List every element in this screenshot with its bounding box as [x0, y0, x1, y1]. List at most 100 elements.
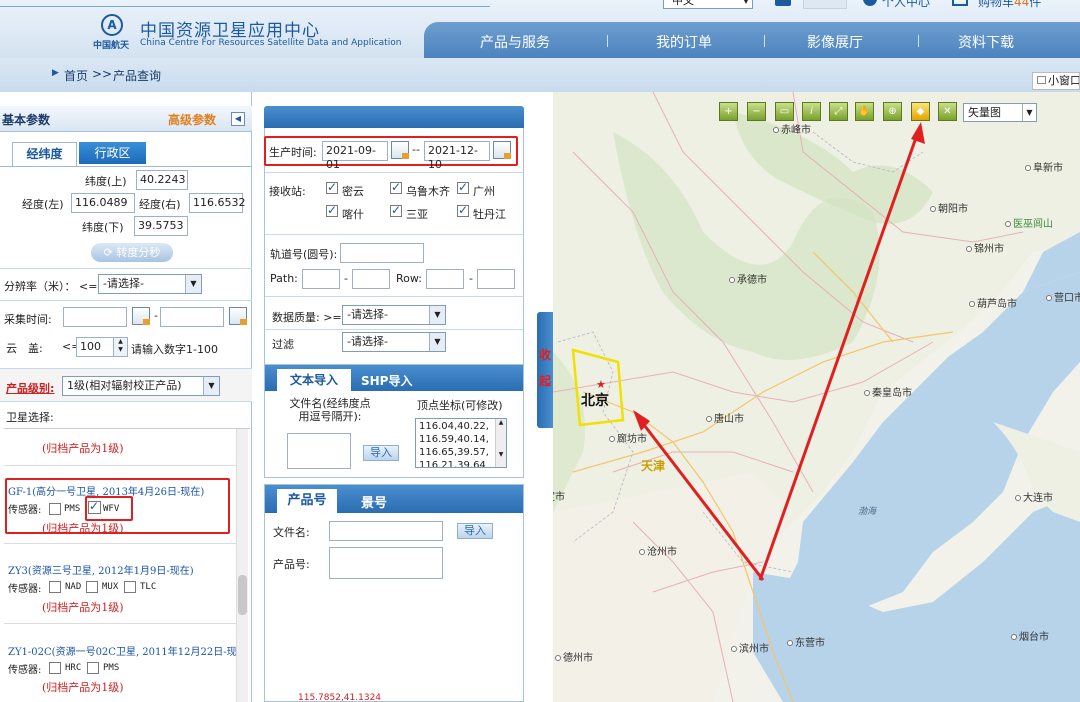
- lat-bottom-input[interactable]: 39.5753: [134, 216, 188, 236]
- product-import-button[interactable]: 导入: [457, 523, 493, 539]
- scrollbar-thumb[interactable]: [238, 575, 247, 615]
- orbit-input[interactable]: [340, 243, 424, 263]
- row-start-input[interactable]: [426, 269, 464, 289]
- layer-select[interactable]: 矢量图 ▼: [963, 103, 1037, 122]
- calendar-icon[interactable]: [229, 307, 247, 325]
- product-level-select[interactable]: 1级(相对辐射校正产品) ▼: [62, 376, 220, 396]
- city-label[interactable]: 承德市: [729, 271, 767, 286]
- zoom-in-icon[interactable]: +: [719, 102, 738, 121]
- city-label[interactable]: 烟台市: [1011, 628, 1049, 643]
- lon-left-input[interactable]: 116.0489: [71, 193, 135, 213]
- cart-link[interactable]: 购物车44件: [978, 0, 1041, 10]
- tab-product-no[interactable]: 产品号: [277, 489, 337, 513]
- stepper-arrows-icon[interactable]: ▲ ▼: [113, 338, 127, 356]
- tab-latlon[interactable]: 经纬度: [12, 142, 77, 166]
- city-label[interactable]: 锦州市: [966, 240, 1004, 255]
- collapse-tab[interactable]: 收起: [537, 312, 553, 428]
- lon-right-input[interactable]: 116.6532: [189, 193, 246, 213]
- satellite-zy1-02c[interactable]: ZY1-02C(资源一号02C卫星, 2011年12月22日-现在): [8, 643, 238, 658]
- city-beijing[interactable]: 北京: [581, 390, 609, 410]
- city-label[interactable]: 东营市: [787, 634, 825, 649]
- map-view[interactable]: ★ 北京 天津 渤海 赤峰市 阜新市 朝阳市 医巫闾山 锦州市 承德市 葫芦岛市…: [553, 92, 1080, 702]
- calendar-icon[interactable]: [493, 141, 511, 159]
- city-label[interactable]: 朝阳市: [930, 200, 968, 215]
- station-sanya-checkbox[interactable]: [390, 203, 402, 217]
- station-name: 广州: [473, 185, 495, 198]
- city-tianjin[interactable]: 天津: [641, 457, 665, 474]
- lat-top-input[interactable]: 40.2243: [136, 170, 188, 190]
- vertex-textarea[interactable]: 116.04,40.22, 116.59,40.14, 116.65,39.57…: [415, 418, 507, 468]
- nav-downloads[interactable]: 资料下载: [958, 32, 1014, 52]
- station-mudanjiang-checkbox[interactable]: [457, 203, 469, 217]
- home-icon[interactable]: [775, 0, 791, 6]
- draw-rect-icon[interactable]: ◆: [911, 102, 930, 121]
- city-label[interactable]: 廊坊市: [609, 430, 647, 445]
- path-end-input[interactable]: [352, 269, 390, 289]
- logo[interactable]: A 中国航天: [93, 14, 133, 52]
- sensor-zy1-hrc-checkbox[interactable]: [49, 662, 61, 674]
- sensor-zy3-mux-checkbox[interactable]: [86, 581, 98, 593]
- tab-shp-import[interactable]: SHP导入: [361, 372, 412, 389]
- city-label[interactable]: 赤峰市: [773, 121, 811, 136]
- row-end-input[interactable]: [477, 269, 515, 289]
- station-miyun-checkbox[interactable]: [326, 180, 338, 194]
- capture-end-input[interactable]: [160, 307, 224, 327]
- personal-center-link[interactable]: 个人中心: [882, 0, 930, 10]
- city-label[interactable]: 秦皇岛市: [864, 384, 912, 399]
- nav-orders[interactable]: 我的订单: [656, 32, 712, 52]
- header-input[interactable]: [803, 0, 847, 9]
- clear-icon[interactable]: ✕: [938, 102, 957, 121]
- city-label[interactable]: 沧州市: [639, 543, 677, 558]
- breadcrumb-home[interactable]: 首页: [64, 67, 88, 84]
- draw-point-icon[interactable]: ⊕: [883, 102, 902, 121]
- filter-select[interactable]: -请选择- ▼: [342, 332, 446, 352]
- city-label[interactable]: 葫芦岛市: [969, 295, 1017, 310]
- nav-gallery[interactable]: 影像展厅: [807, 32, 863, 52]
- sensor-zy3-tlc-checkbox[interactable]: [124, 581, 136, 593]
- full-extent-icon[interactable]: ⤢: [829, 102, 848, 121]
- city-label[interactable]: 保定市: [553, 488, 565, 503]
- convert-dms-button[interactable]: ⟳ 转度分秒: [91, 243, 173, 262]
- tab-scene-no[interactable]: 景号: [361, 492, 387, 511]
- prod-time-end-input[interactable]: 2021-12-10: [424, 141, 490, 171]
- station-kashgar-checkbox[interactable]: [326, 203, 338, 217]
- city-label[interactable]: 医巫闾山: [1005, 215, 1053, 230]
- sensor-zy3-nad-checkbox[interactable]: [49, 581, 61, 593]
- calendar-icon[interactable]: [132, 307, 150, 325]
- city-label[interactable]: 唐山市: [706, 410, 744, 425]
- station-urumqi-checkbox[interactable]: [390, 180, 402, 194]
- pan-icon[interactable]: ✋: [855, 102, 874, 121]
- tab-admin-region[interactable]: 行政区: [79, 142, 146, 164]
- nav-products[interactable]: 产品与服务: [480, 32, 550, 52]
- vertex-scrollbar[interactable]: ▲ ▼: [495, 419, 506, 467]
- city-label[interactable]: 滨州市: [731, 640, 769, 655]
- quality-select[interactable]: -请选择- ▼: [342, 305, 446, 325]
- prod-time-start-input[interactable]: 2021-09-01: [322, 141, 388, 171]
- advanced-params-title[interactable]: 高级参数: [168, 111, 216, 128]
- product-no-input[interactable]: [329, 547, 443, 579]
- satellite-list-scrollbar[interactable]: [236, 429, 248, 702]
- import-button[interactable]: 导入: [363, 445, 399, 461]
- zoom-out-icon[interactable]: −: [747, 102, 766, 121]
- info-icon[interactable]: i: [802, 102, 821, 121]
- satellite-zy3[interactable]: ZY3(资源三号卫星, 2012年1月9日-现在): [8, 562, 194, 577]
- file-input[interactable]: [287, 433, 351, 469]
- measure-icon[interactable]: ▭: [775, 102, 794, 121]
- station-guangzhou-checkbox[interactable]: [457, 180, 469, 194]
- resolution-select[interactable]: -请选择- ▼: [98, 274, 202, 294]
- city-label[interactable]: 阜新市: [1025, 159, 1063, 174]
- capture-start-input[interactable]: [63, 307, 127, 327]
- small-window-button[interactable]: 小窗口: [1032, 72, 1080, 90]
- list-divider: [4, 465, 236, 466]
- city-label[interactable]: 德州市: [555, 649, 593, 664]
- filename-input[interactable]: [329, 521, 443, 541]
- language-select[interactable]: 中文 ▼: [663, 0, 753, 9]
- collapse-left-icon[interactable]: ◀: [231, 112, 245, 126]
- basic-params-title[interactable]: 基本参数: [2, 111, 50, 128]
- calendar-icon[interactable]: [391, 141, 409, 159]
- city-label[interactable]: 大连市: [1015, 489, 1053, 504]
- city-label[interactable]: 营口市: [1046, 289, 1080, 304]
- path-start-input[interactable]: [302, 269, 340, 289]
- sensor-zy1-pms-checkbox[interactable]: [87, 662, 99, 674]
- tab-text-import[interactable]: 文本导入: [277, 369, 351, 391]
